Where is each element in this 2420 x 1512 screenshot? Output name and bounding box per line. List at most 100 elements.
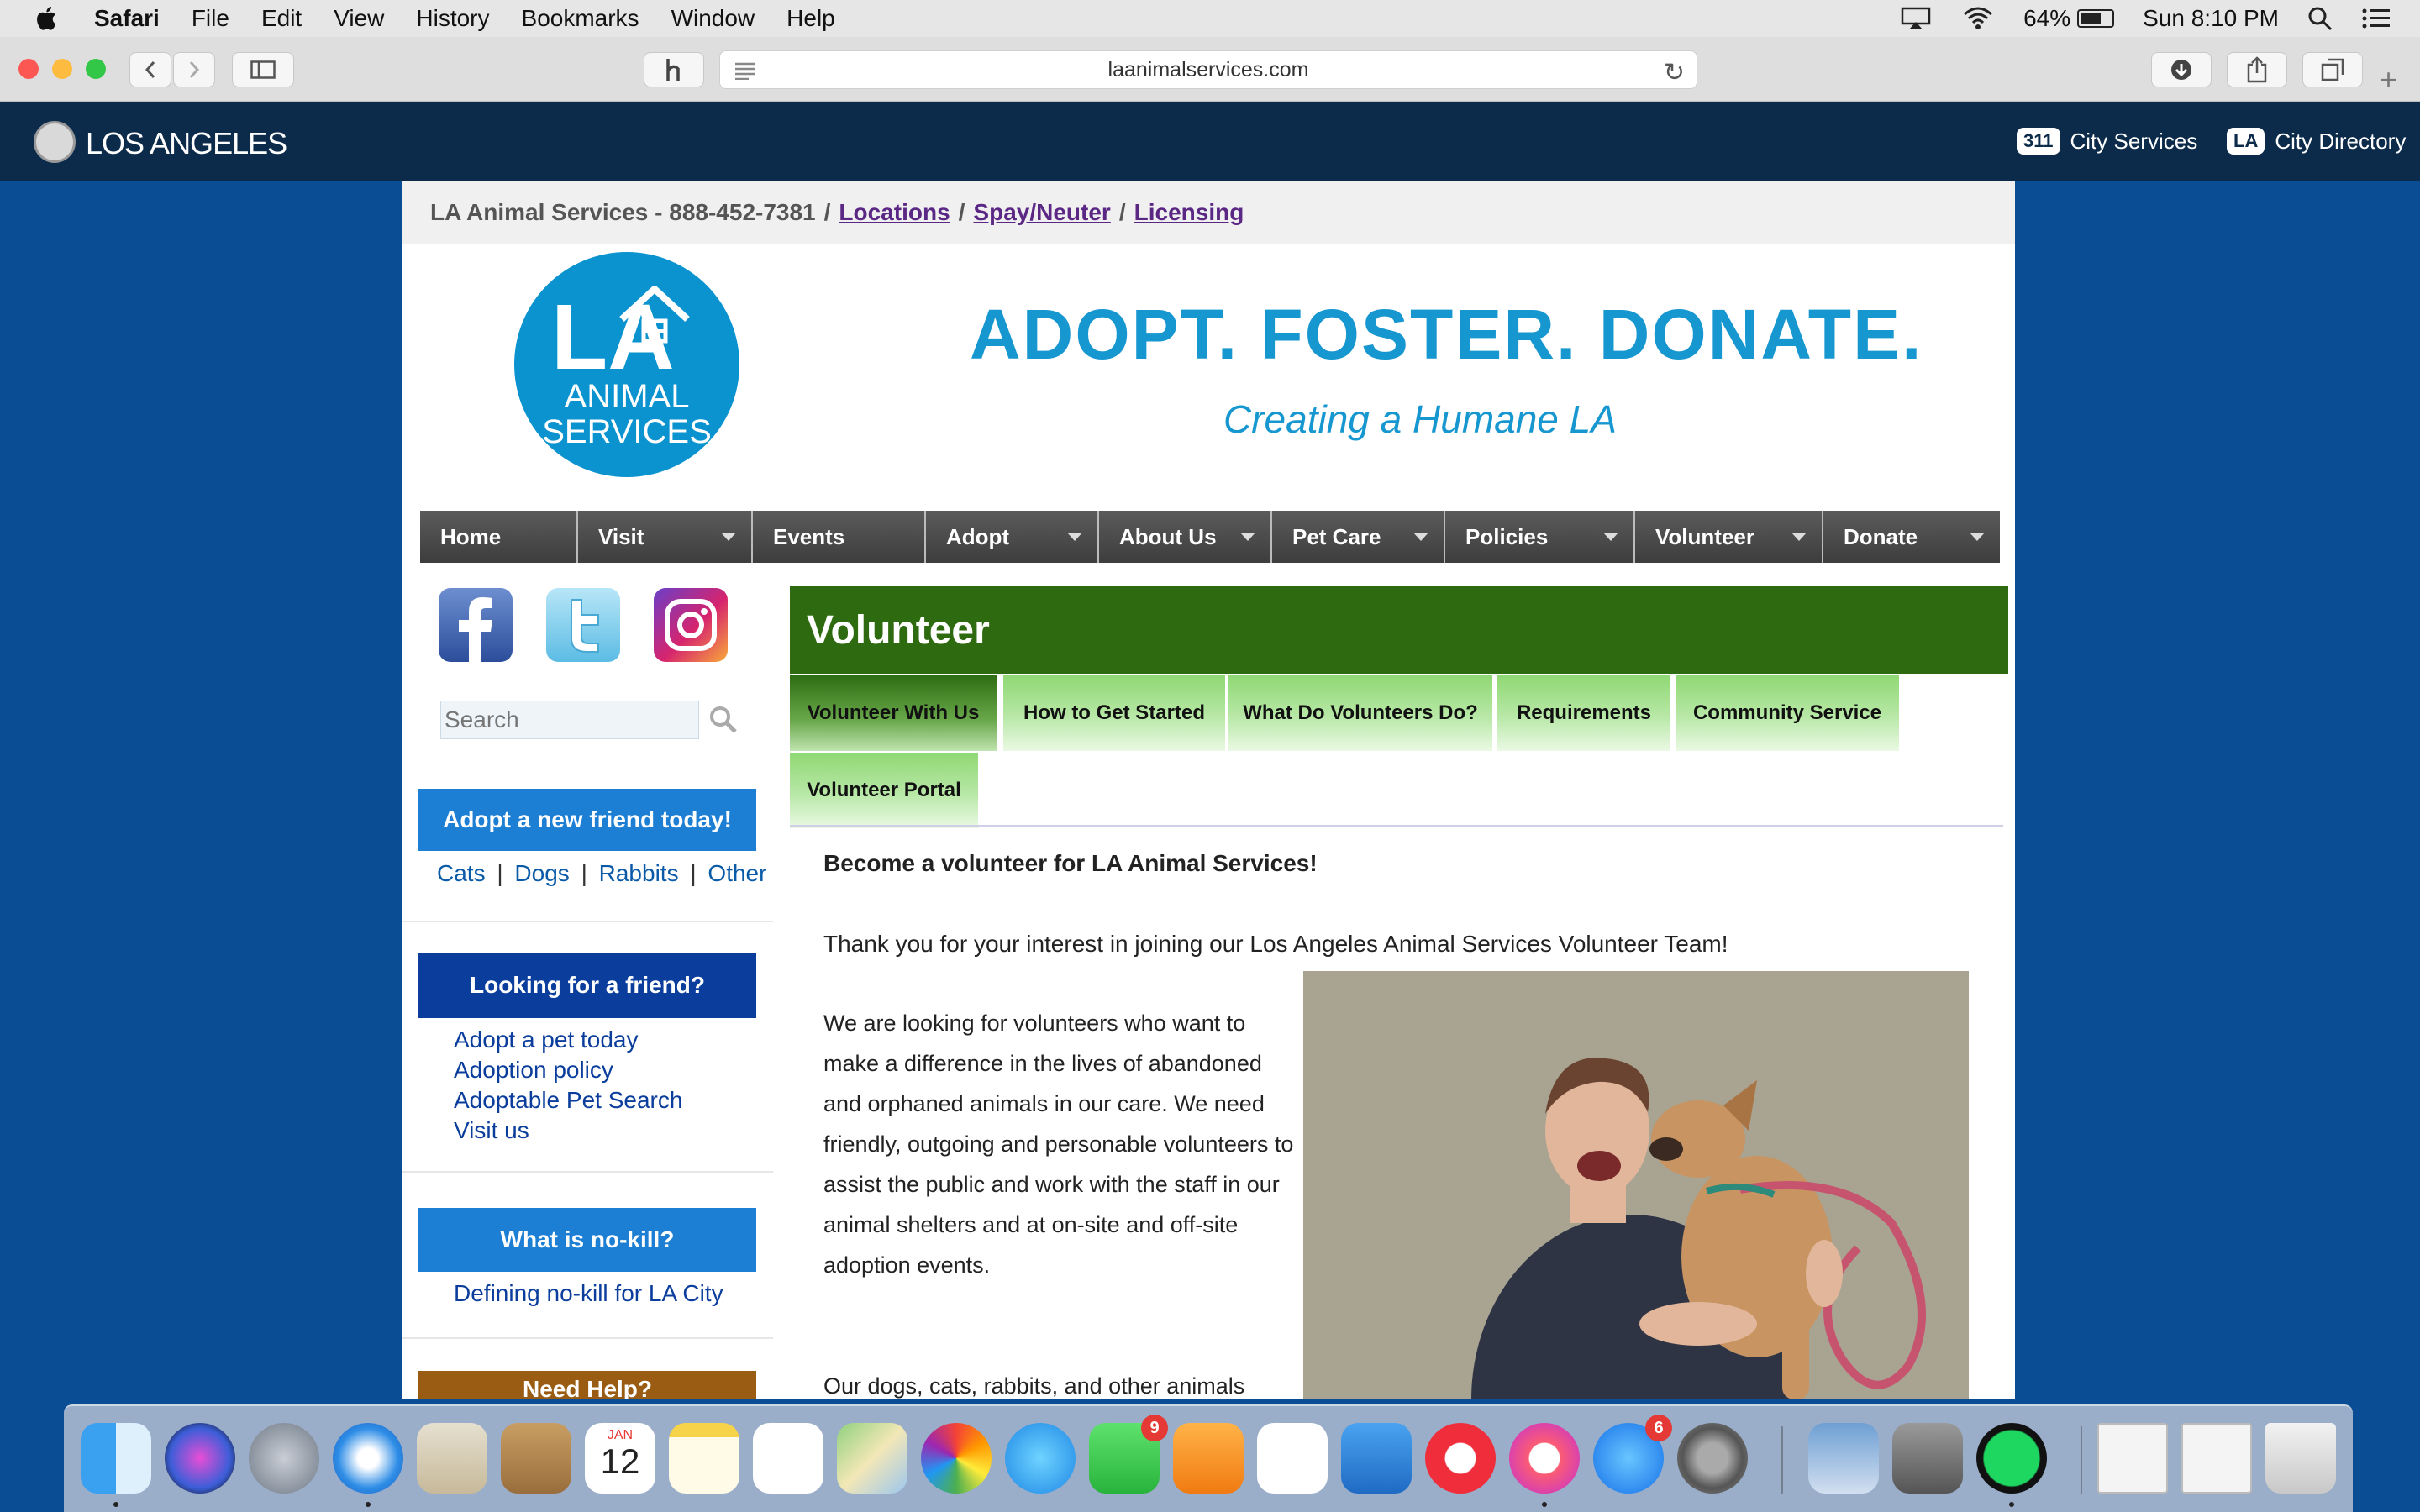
menu-window[interactable]: Window [671, 5, 755, 32]
adoption-policy-link[interactable]: Adoption policy [454, 1055, 682, 1085]
nav-donate[interactable]: Donate [1823, 511, 2000, 563]
zoom-window-button[interactable] [86, 59, 106, 79]
maps-icon[interactable] [837, 1423, 908, 1494]
defining-no-kill-link[interactable]: Defining no-kill for LA City [454, 1278, 723, 1309]
close-window-button[interactable] [18, 59, 39, 79]
tab-volunteer-with-us[interactable]: Volunteer With Us [790, 675, 997, 751]
menu-help[interactable]: Help [786, 5, 835, 32]
trash-icon[interactable] [2265, 1423, 2336, 1494]
numbers-icon[interactable] [1257, 1423, 1328, 1494]
menu-file[interactable]: File [192, 5, 229, 32]
reminders-icon[interactable] [753, 1423, 823, 1494]
visit-us-link[interactable]: Visit us [454, 1116, 682, 1146]
sidebar-icon [250, 60, 276, 79]
need-help-box[interactable]: Need Help? [418, 1371, 756, 1399]
new-tab-button[interactable]: + [2380, 62, 2397, 97]
sidebar-divider [402, 921, 773, 922]
address-bar[interactable]: laanimalservices.com ↻ [719, 50, 1697, 89]
volunteer-photo [1303, 971, 1969, 1399]
instagram-icon[interactable] [654, 588, 728, 662]
downloads-button[interactable] [2151, 52, 2212, 87]
pages-icon[interactable] [1173, 1423, 1244, 1494]
adopt-new-friend-button[interactable]: Adopt a new friend today! [418, 789, 756, 851]
nav-events[interactable]: Events [753, 511, 926, 563]
share-button[interactable] [2227, 52, 2287, 87]
search-input[interactable] [440, 701, 699, 739]
mail-icon[interactable] [417, 1423, 487, 1494]
safari-icon[interactable] [333, 1423, 403, 1494]
menu-app-name[interactable]: Safari [94, 5, 160, 32]
system-preferences-icon[interactable] [1677, 1423, 1748, 1494]
wifi-icon[interactable] [1961, 6, 1995, 31]
launchpad-icon[interactable] [249, 1423, 319, 1494]
tab-community-service[interactable]: Community Service [1674, 675, 1899, 751]
back-button[interactable] [129, 52, 171, 87]
finder-icon[interactable] [81, 1423, 151, 1494]
calendar-icon[interactable]: JAN 12 [585, 1423, 655, 1494]
menu-edit[interactable]: Edit [261, 5, 302, 32]
caret-down-icon [1240, 533, 1255, 541]
licensing-link[interactable]: Licensing [1134, 199, 1244, 226]
what-is-no-kill-button[interactable]: What is no-kill? [418, 1208, 756, 1272]
photos-icon[interactable] [921, 1423, 992, 1494]
preview-icon[interactable] [1808, 1423, 1879, 1494]
tabs-overview-button[interactable] [2302, 52, 2363, 87]
contacts-icon[interactable] [501, 1423, 571, 1494]
notification-center-icon[interactable] [2361, 6, 2391, 31]
notes-icon[interactable] [669, 1423, 739, 1494]
siri-icon[interactable] [165, 1423, 235, 1494]
nav-about-us[interactable]: About Us [1099, 511, 1272, 563]
music-icon[interactable] [1509, 1423, 1580, 1494]
facebook-icon[interactable] [439, 588, 513, 662]
locations-link[interactable]: Locations [839, 199, 950, 226]
battery-status[interactable]: 64% [2023, 5, 2115, 32]
city-seal-icon[interactable] [34, 121, 76, 163]
extension-button[interactable] [644, 52, 704, 87]
city-title[interactable]: LOS ANGELES [86, 126, 287, 161]
nav-pet-care[interactable]: Pet Care [1272, 511, 1445, 563]
other-link[interactable]: Other [708, 860, 766, 886]
nav-volunteer[interactable]: Volunteer [1635, 511, 1823, 563]
nav-adopt[interactable]: Adopt [926, 511, 1099, 563]
reader-view-icon[interactable] [734, 61, 757, 80]
keynote-icon[interactable] [1341, 1423, 1412, 1494]
news-icon[interactable] [1425, 1423, 1496, 1494]
apple-icon[interactable] [32, 3, 62, 34]
nav-visit[interactable]: Visit [578, 511, 753, 563]
sidebar-toggle-button[interactable] [232, 52, 294, 87]
separator: | [581, 860, 587, 886]
minimize-window-button[interactable] [52, 59, 72, 79]
airplay-icon[interactable] [1899, 6, 1933, 31]
window-thumb-icon[interactable] [2181, 1423, 2252, 1494]
tab-requirements[interactable]: Requirements [1496, 675, 1670, 751]
rabbits-link[interactable]: Rabbits [599, 860, 679, 886]
messages-icon[interactable] [1005, 1423, 1076, 1494]
cats-link[interactable]: Cats [437, 860, 486, 886]
reload-icon[interactable]: ↻ [1664, 58, 1685, 87]
forward-button[interactable] [173, 52, 215, 87]
calculator-icon[interactable] [1892, 1423, 1963, 1494]
spay-neuter-link[interactable]: Spay/Neuter [973, 199, 1110, 226]
dogs-link[interactable]: Dogs [514, 860, 569, 886]
menu-view[interactable]: View [334, 5, 384, 32]
spotify-icon[interactable] [1976, 1423, 2047, 1494]
clock[interactable]: Sun 8:10 PM [2143, 5, 2279, 32]
adoptable-pet-search-link[interactable]: Adoptable Pet Search [454, 1085, 682, 1116]
twitter-icon[interactable] [546, 588, 620, 662]
nav-policies[interactable]: Policies [1445, 511, 1635, 563]
city-services-link[interactable]: 311 City Services [2017, 128, 2197, 155]
menu-history[interactable]: History [416, 5, 489, 32]
nav-home[interactable]: Home [420, 511, 578, 563]
tab-how-to-get-started[interactable]: How to Get Started [1002, 675, 1225, 751]
search-icon[interactable] [708, 704, 738, 734]
tab-label: Volunteer Portal [807, 779, 961, 801]
la-animal-services-logo[interactable]: LA ANIMAL SERVICES [514, 252, 739, 477]
tab-volunteer-portal[interactable]: Volunteer Portal [790, 753, 978, 828]
city-directory-link[interactable]: LA City Directory [2227, 128, 2406, 155]
window-thumb-icon[interactable] [2097, 1423, 2168, 1494]
city-header-bar: LOS ANGELES 311 City Services LA City Di… [0, 102, 2420, 181]
adopt-pet-today-link[interactable]: Adopt a pet today [454, 1025, 682, 1055]
menu-bookmarks[interactable]: Bookmarks [522, 5, 639, 32]
spotlight-search-icon[interactable] [2307, 6, 2333, 31]
tab-what-do-volunteers-do[interactable]: What Do Volunteers Do? [1227, 675, 1492, 751]
